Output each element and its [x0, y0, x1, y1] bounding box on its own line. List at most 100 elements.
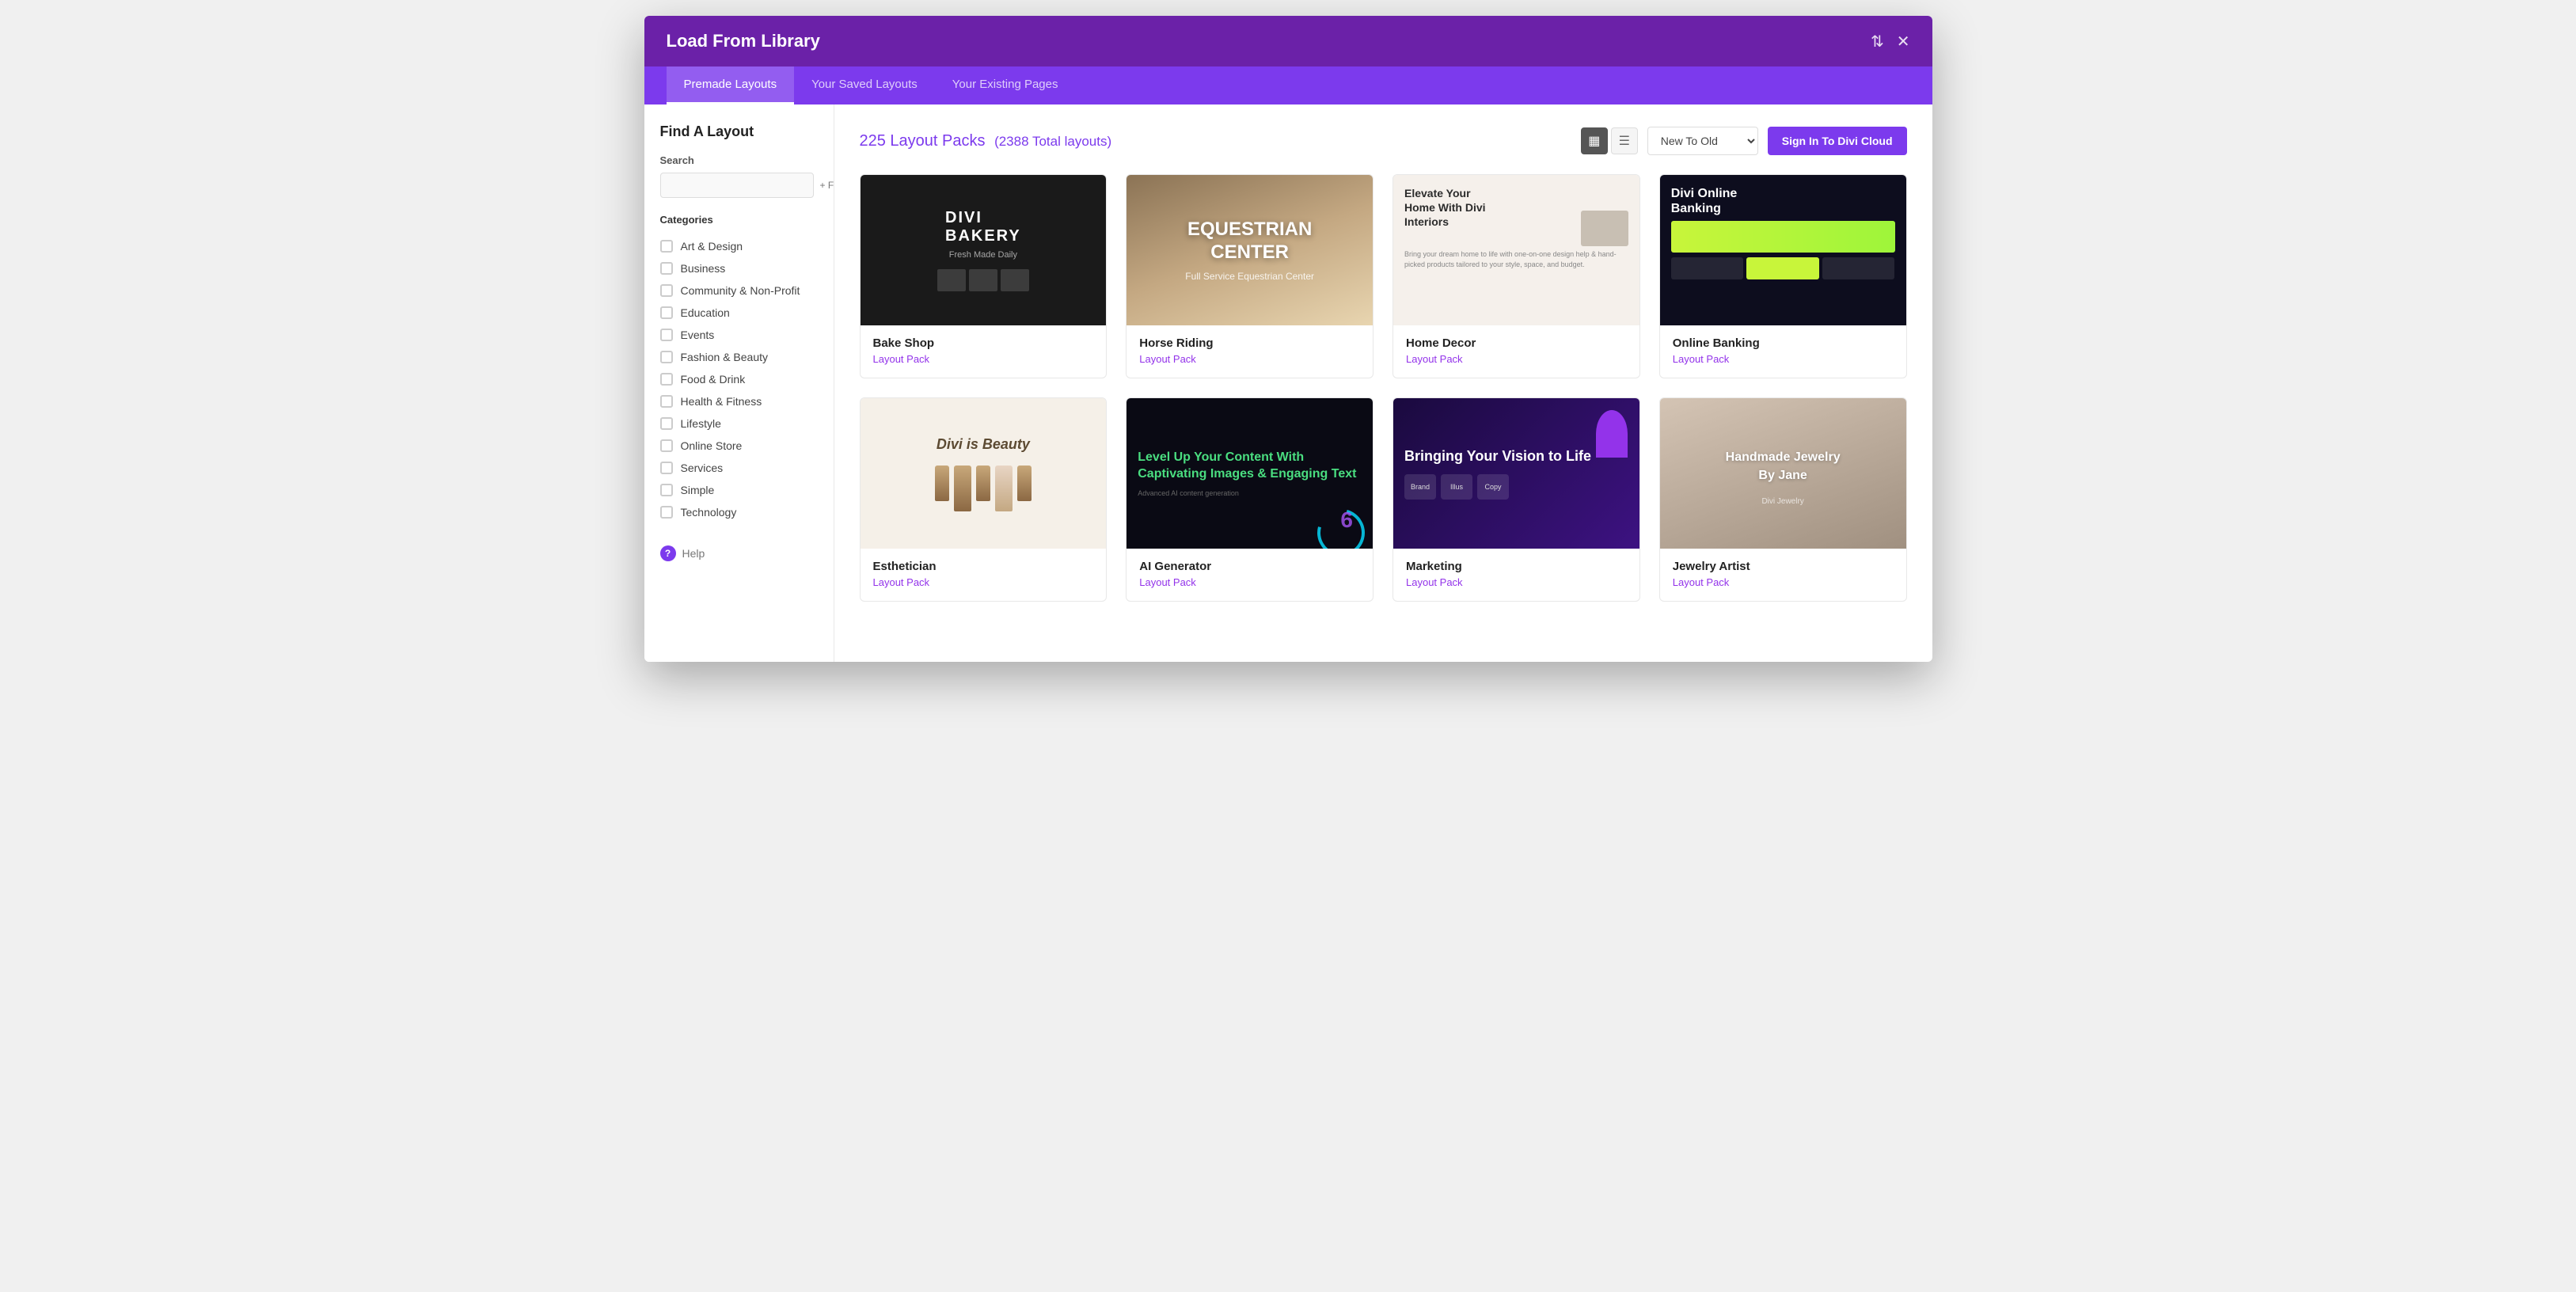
category-item-online-store[interactable]: Online Store [660, 435, 818, 457]
sidebar: Find A Layout Search + Filter Categories… [644, 104, 834, 662]
card-thumb-bake-shop: DIVIBAKERY Fresh Made Daily [861, 175, 1107, 325]
layout-count: 225 Layout Packs (2388 Total layouts) [860, 132, 1112, 150]
card-name-ai-generator: AI Generator [1139, 560, 1360, 573]
card-thumb-home-decor: Elevate YourHome With DiviInteriors Brin… [1393, 175, 1639, 325]
category-label-art-design: Art & Design [681, 240, 743, 253]
sort-select[interactable]: New To OldOld To NewA to ZZ to A [1647, 127, 1758, 155]
category-label-technology: Technology [681, 506, 737, 519]
help-circle-icon: ? [660, 545, 676, 561]
category-label-health: Health & Fitness [681, 395, 762, 408]
category-label-fashion: Fashion & Beauty [681, 351, 769, 363]
category-label-business: Business [681, 262, 726, 275]
card-info-jewelry-artist: Jewelry Artist Layout Pack [1660, 549, 1906, 601]
card-name-jewelry-artist: Jewelry Artist [1673, 560, 1894, 573]
card-name-bake-shop: Bake Shop [873, 336, 1094, 350]
category-item-health[interactable]: Health & Fitness [660, 390, 818, 412]
tab-saved[interactable]: Your Saved Layouts [794, 66, 935, 104]
card-info-online-banking: Online Banking Layout Pack [1660, 325, 1906, 378]
content-header: 225 Layout Packs (2388 Total layouts) ▦ … [860, 127, 1907, 155]
search-input[interactable] [660, 173, 814, 198]
category-label-events: Events [681, 329, 715, 341]
category-checkbox-health[interactable] [660, 395, 673, 408]
card-info-marketing: Marketing Layout Pack [1393, 549, 1639, 601]
category-checkbox-business[interactable] [660, 262, 673, 275]
view-toggle: ▦ ☰ [1581, 127, 1638, 154]
tabs-bar: Premade Layouts Your Saved Layouts Your … [644, 66, 1932, 104]
modal-body: Find A Layout Search + Filter Categories… [644, 104, 1932, 662]
category-label-education: Education [681, 306, 730, 319]
category-checkbox-community[interactable] [660, 284, 673, 297]
card-name-online-banking: Online Banking [1673, 336, 1894, 350]
category-checkbox-services[interactable] [660, 462, 673, 474]
category-item-events[interactable]: Events [660, 324, 818, 346]
filter-button[interactable]: + Filter [820, 180, 834, 191]
divi-cloud-button[interactable]: Sign In To Divi Cloud [1768, 127, 1907, 155]
category-item-art-design[interactable]: Art & Design [660, 235, 818, 257]
category-checkbox-food[interactable] [660, 373, 673, 386]
category-checkbox-art-design[interactable] [660, 240, 673, 253]
card-info-home-decor: Home Decor Layout Pack [1393, 325, 1639, 378]
card-type-marketing: Layout Pack [1406, 576, 1627, 588]
layout-card-esthetician[interactable]: Divi is Beauty Esthetician Layout Pack [860, 397, 1108, 602]
card-thumb-ai-generator: Level Up Your Content With Captivating I… [1127, 398, 1373, 549]
category-item-education[interactable]: Education [660, 302, 818, 324]
close-icon: ✕ [1897, 32, 1910, 51]
category-label-services: Services [681, 462, 724, 474]
help-button[interactable]: ? Help [660, 545, 705, 561]
layout-card-marketing[interactable]: Bringing Your Vision to Life Brand Illus… [1392, 397, 1640, 602]
category-item-community[interactable]: Community & Non-Profit [660, 279, 818, 302]
modal-header: Load From Library ⇅ ✕ [644, 16, 1932, 66]
main-content: 225 Layout Packs (2388 Total layouts) ▦ … [834, 104, 1932, 662]
card-name-horse-riding: Horse Riding [1139, 336, 1360, 350]
category-checkbox-simple[interactable] [660, 484, 673, 496]
card-thumb-jewelry-artist: Handmade JewelryBy Jane Divi Jewelry [1660, 398, 1906, 549]
category-item-food[interactable]: Food & Drink [660, 368, 818, 390]
modal-container: Load From Library ⇅ ✕ Premade Layouts Yo… [644, 16, 1932, 662]
card-thumb-marketing: Bringing Your Vision to Life Brand Illus… [1393, 398, 1639, 549]
card-info-horse-riding: Horse Riding Layout Pack [1127, 325, 1373, 378]
sort-icon-button[interactable]: ⇅ [1871, 32, 1884, 51]
content-toolbar: ▦ ☰ New To OldOld To NewA to ZZ to A Sig… [1581, 127, 1907, 155]
category-item-business[interactable]: Business [660, 257, 818, 279]
categories-title: Categories [660, 214, 818, 226]
layout-card-ai-generator[interactable]: Level Up Your Content With Captivating I… [1126, 397, 1373, 602]
layout-card-bake-shop[interactable]: DIVIBAKERY Fresh Made Daily Bake Shop La… [860, 174, 1108, 378]
category-item-fashion[interactable]: Fashion & Beauty [660, 346, 818, 368]
layout-card-horse-riding[interactable]: EQUESTRIANCENTER Full Service Equestrian… [1126, 174, 1373, 378]
search-row: + Filter [660, 173, 818, 198]
category-item-lifestyle[interactable]: Lifestyle [660, 412, 818, 435]
tab-premade[interactable]: Premade Layouts [667, 66, 795, 104]
category-item-technology[interactable]: Technology [660, 501, 818, 523]
layout-card-home-decor[interactable]: Elevate YourHome With DiviInteriors Brin… [1392, 174, 1640, 378]
view-list-button[interactable]: ☰ [1611, 127, 1638, 154]
category-checkbox-fashion[interactable] [660, 351, 673, 363]
category-checkbox-technology[interactable] [660, 506, 673, 519]
layout-card-online-banking[interactable]: Divi OnlineBanking Online Banking Layout… [1659, 174, 1907, 378]
tab-existing[interactable]: Your Existing Pages [935, 66, 1076, 104]
view-grid-button[interactable]: ▦ [1581, 127, 1608, 154]
header-actions: ⇅ ✕ [1871, 32, 1910, 51]
card-type-ai-generator: Layout Pack [1139, 576, 1360, 588]
card-name-esthetician: Esthetician [873, 560, 1094, 573]
help-label: Help [682, 547, 705, 560]
sidebar-title: Find A Layout [660, 124, 818, 140]
category-checkbox-events[interactable] [660, 329, 673, 341]
card-info-bake-shop: Bake Shop Layout Pack [861, 325, 1107, 378]
categories-list: Art & Design Business Community & Non-Pr… [660, 235, 818, 523]
category-checkbox-education[interactable] [660, 306, 673, 319]
category-label-online-store: Online Store [681, 439, 743, 452]
category-label-food: Food & Drink [681, 373, 746, 386]
layout-card-jewelry-artist[interactable]: Handmade JewelryBy Jane Divi Jewelry Jew… [1659, 397, 1907, 602]
category-item-simple[interactable]: Simple [660, 479, 818, 501]
card-type-jewelry-artist: Layout Pack [1673, 576, 1894, 588]
category-item-services[interactable]: Services [660, 457, 818, 479]
category-label-simple: Simple [681, 484, 715, 496]
search-label: Search [660, 154, 818, 166]
category-checkbox-online-store[interactable] [660, 439, 673, 452]
close-button[interactable]: ✕ [1897, 32, 1910, 51]
category-label-lifestyle: Lifestyle [681, 417, 721, 430]
card-name-home-decor: Home Decor [1406, 336, 1627, 350]
grid-icon: ▦ [1588, 133, 1600, 149]
category-checkbox-lifestyle[interactable] [660, 417, 673, 430]
card-thumb-horse-riding: EQUESTRIANCENTER Full Service Equestrian… [1127, 175, 1373, 325]
